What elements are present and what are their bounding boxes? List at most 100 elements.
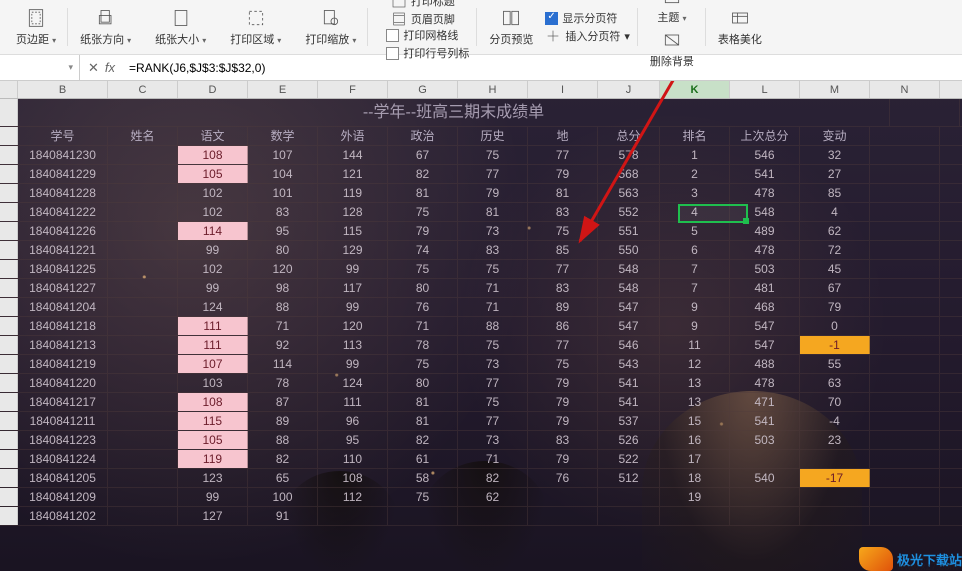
cell[interactable]: 1840841218: [18, 317, 108, 335]
table-row[interactable]: 1840841217108871118175795411347170: [0, 393, 962, 412]
cell[interactable]: 99: [178, 488, 248, 506]
cell[interactable]: [108, 203, 178, 221]
cell[interactable]: 7: [660, 279, 730, 297]
cell[interactable]: 128: [318, 203, 388, 221]
cell[interactable]: 113: [318, 336, 388, 354]
cell[interactable]: 1840841211: [18, 412, 108, 430]
cell[interactable]: 73: [458, 355, 528, 373]
cell[interactable]: 75: [458, 146, 528, 164]
cell[interactable]: 1840841226: [18, 222, 108, 240]
cell[interactable]: 70: [800, 393, 870, 411]
cell[interactable]: 107: [178, 355, 248, 373]
cell[interactable]: 568: [598, 165, 660, 183]
cell[interactable]: 578: [598, 146, 660, 164]
cell[interactable]: 9: [660, 298, 730, 316]
col-header[interactable]: D: [178, 81, 248, 98]
cell[interactable]: 79: [528, 450, 598, 468]
cell[interactable]: 478: [730, 241, 800, 259]
cell[interactable]: 100: [248, 488, 318, 506]
cell[interactable]: 522: [598, 450, 660, 468]
page-size-button[interactable]: 纸张大小 ▾: [151, 5, 210, 49]
cancel-icon[interactable]: ✕: [88, 60, 99, 76]
cell[interactable]: 77: [528, 336, 598, 354]
cell[interactable]: 541: [598, 393, 660, 411]
fx-icon[interactable]: fx: [105, 60, 115, 75]
cell[interactable]: 77: [528, 260, 598, 278]
cell[interactable]: 19: [660, 488, 730, 506]
cell[interactable]: 17: [660, 450, 730, 468]
cell[interactable]: 548: [730, 203, 800, 221]
cell[interactable]: 82: [248, 450, 318, 468]
cell[interactable]: 1840841204: [18, 298, 108, 316]
cell[interactable]: 108: [318, 469, 388, 487]
cell[interactable]: [388, 507, 458, 525]
cell[interactable]: 102: [178, 184, 248, 202]
cell[interactable]: 7: [660, 260, 730, 278]
cell[interactable]: 79: [800, 298, 870, 316]
cell[interactable]: 83: [458, 241, 528, 259]
cell[interactable]: [730, 488, 800, 506]
cell[interactable]: 79: [458, 184, 528, 202]
header-footer-button[interactable]: 页眉页脚: [391, 11, 455, 27]
table-row[interactable]: 1840841220103781248077795411347863: [0, 374, 962, 393]
cell[interactable]: 92: [248, 336, 318, 354]
cell[interactable]: 1840841209: [18, 488, 108, 506]
cell[interactable]: 489: [730, 222, 800, 240]
cell[interactable]: 1840841225: [18, 260, 108, 278]
cell[interactable]: 105: [178, 431, 248, 449]
cell[interactable]: [108, 450, 178, 468]
cell[interactable]: 102: [178, 203, 248, 221]
cell[interactable]: 478: [730, 184, 800, 202]
cell[interactable]: [108, 260, 178, 278]
cell[interactable]: 547: [598, 317, 660, 335]
cell[interactable]: 13: [660, 393, 730, 411]
cell[interactable]: [318, 507, 388, 525]
cell[interactable]: 11: [660, 336, 730, 354]
col-header[interactable]: B: [18, 81, 108, 98]
cell[interactable]: 4: [660, 203, 730, 221]
theme-button[interactable]: Aa 主题 ▾: [653, 0, 690, 27]
table-row[interactable]: 1840841228102101119817981563347885: [0, 184, 962, 203]
cell[interactable]: [108, 336, 178, 354]
page-orient-button[interactable]: 纸张方向 ▾: [76, 5, 135, 49]
cell[interactable]: 71: [388, 317, 458, 335]
cell[interactable]: 82: [458, 469, 528, 487]
cell[interactable]: 123: [178, 469, 248, 487]
cell[interactable]: 67: [800, 279, 870, 297]
cell[interactable]: 121: [318, 165, 388, 183]
cell[interactable]: 548: [598, 279, 660, 297]
cell[interactable]: 67: [388, 146, 458, 164]
cell[interactable]: 99: [178, 279, 248, 297]
cell[interactable]: 79: [388, 222, 458, 240]
cell[interactable]: [108, 488, 178, 506]
cell[interactable]: [108, 469, 178, 487]
cell[interactable]: 114: [178, 222, 248, 240]
cell[interactable]: 471: [730, 393, 800, 411]
cell[interactable]: 107: [248, 146, 318, 164]
cell[interactable]: 1840841227: [18, 279, 108, 297]
spreadsheet[interactable]: B C D E F G H I J K L M N --学年--班高三期末成绩单…: [0, 81, 962, 571]
cell[interactable]: [108, 393, 178, 411]
cell[interactable]: 99: [178, 241, 248, 259]
cell[interactable]: 1840841202: [18, 507, 108, 525]
cell[interactable]: [598, 507, 660, 525]
cell[interactable]: 546: [598, 336, 660, 354]
cell[interactable]: 1840841223: [18, 431, 108, 449]
cell[interactable]: 526: [598, 431, 660, 449]
cell[interactable]: 540: [730, 469, 800, 487]
cell[interactable]: 85: [800, 184, 870, 202]
cell[interactable]: 55: [800, 355, 870, 373]
cell[interactable]: 120: [248, 260, 318, 278]
cell[interactable]: [108, 317, 178, 335]
table-row[interactable]: 18408412241198211061717952217: [0, 450, 962, 469]
table-row[interactable]: 1840841230108107144677577578154632: [0, 146, 962, 165]
cell[interactable]: 32: [800, 146, 870, 164]
grid[interactable]: --学年--班高三期末成绩单 学号姓名语文数学外语政治历史地总分排名上次总分变动…: [0, 99, 962, 526]
cell[interactable]: [108, 431, 178, 449]
cell[interactable]: 115: [178, 412, 248, 430]
cell[interactable]: 80: [388, 279, 458, 297]
cell[interactable]: 80: [388, 374, 458, 392]
cell[interactable]: 77: [458, 374, 528, 392]
cell[interactable]: 1840841217: [18, 393, 108, 411]
cell[interactable]: 547: [730, 317, 800, 335]
